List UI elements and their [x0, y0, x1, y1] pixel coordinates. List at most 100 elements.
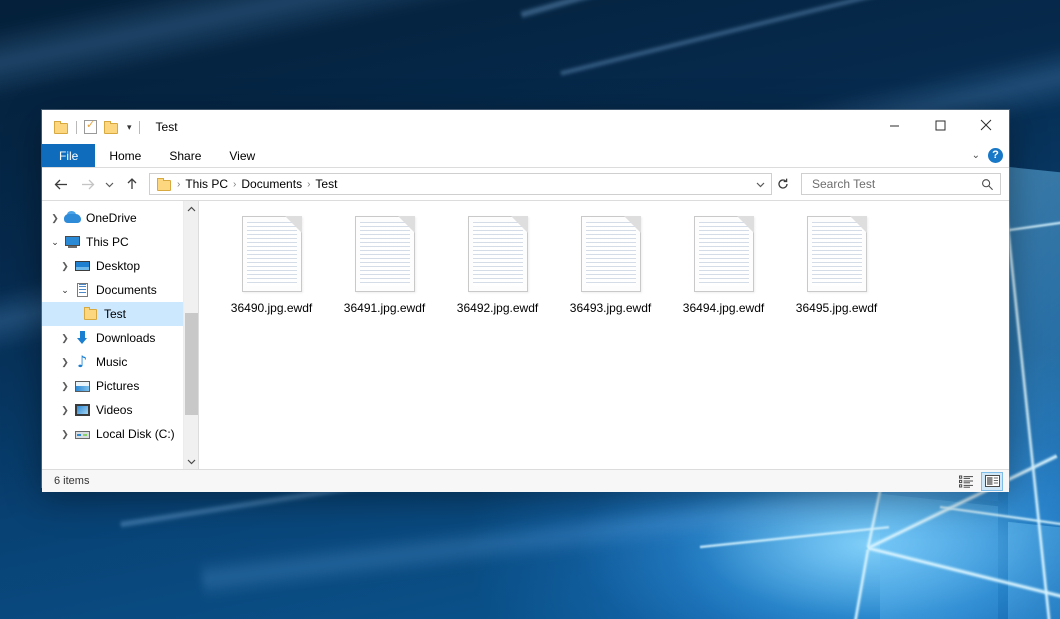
forward-button[interactable]: [74, 171, 100, 197]
tab-share[interactable]: Share: [155, 144, 215, 167]
close-button[interactable]: [963, 110, 1009, 140]
file-explorer-window[interactable]: ▾ Test File Home Share View: [42, 110, 1009, 487]
sidebar-item-music[interactable]: ❯ Music: [42, 350, 198, 374]
recent-locations-button[interactable]: [100, 171, 119, 197]
window-title: Test: [156, 120, 178, 134]
up-button[interactable]: [119, 171, 145, 197]
ribbon-tabs[interactable]: File Home Share View ⌄ ?: [42, 144, 1009, 168]
view-buttons[interactable]: [955, 472, 1003, 491]
toolbar-divider: [139, 121, 140, 134]
desktop-wallpaper: ▾ Test File Home Share View: [0, 0, 1060, 619]
list-item[interactable]: 36495.jpg.ewdf: [780, 213, 893, 315]
new-folder-icon[interactable]: [104, 121, 119, 134]
address-bar[interactable]: › This PC › Documents › Test: [42, 168, 1009, 200]
navigation-pane[interactable]: ❯ OneDrive ⌄ This PC ❯ Desktop ⌄: [42, 201, 199, 469]
chevron-down-icon[interactable]: ⌄: [56, 285, 74, 296]
sidebar-item-test[interactable]: Test: [42, 302, 198, 326]
sidebar-item-desktop[interactable]: ❯ Desktop: [42, 254, 198, 278]
chevron-right-icon[interactable]: ❯: [56, 261, 74, 272]
list-item[interactable]: 36490.jpg.ewdf: [215, 213, 328, 315]
breadcrumb-documents[interactable]: Documents: [237, 177, 306, 191]
sidebar-item-pictures[interactable]: ❯ Pictures: [42, 374, 198, 398]
chevron-right-icon[interactable]: ❯: [46, 213, 64, 224]
title-bar[interactable]: ▾ Test: [42, 110, 1009, 144]
disk-icon: [74, 426, 92, 442]
breadcrumb[interactable]: › This PC › Documents › Test: [149, 173, 772, 195]
file-name: 36490.jpg.ewdf: [231, 301, 312, 315]
document-icon: [242, 216, 302, 292]
scrollbar-thumb[interactable]: [185, 313, 198, 415]
sidebar-item-label: Desktop: [96, 259, 140, 273]
list-item[interactable]: 36494.jpg.ewdf: [667, 213, 780, 315]
document-icon: [355, 216, 415, 292]
scroll-up-icon[interactable]: [184, 201, 198, 217]
sidebar-item-local-disk[interactable]: ❯ Local Disk (C:): [42, 422, 198, 446]
quick-access-toolbar[interactable]: ▾ Test: [42, 110, 178, 144]
logo-pane: [1008, 522, 1060, 619]
toolbar-divider: [76, 121, 77, 134]
sidebar-item-label: Music: [96, 355, 127, 369]
sidebar-item-videos[interactable]: ❯ Videos: [42, 398, 198, 422]
explorer-body: ❯ OneDrive ⌄ This PC ❯ Desktop ⌄: [42, 200, 1009, 469]
item-count-label: 6 items: [54, 475, 89, 487]
sidebar-item-downloads[interactable]: ❯ Downloads: [42, 326, 198, 350]
large-icons-view-button[interactable]: [981, 472, 1003, 491]
downloads-icon: [74, 330, 92, 346]
search-box[interactable]: [801, 173, 1001, 195]
search-input[interactable]: [810, 176, 981, 192]
folder-icon: [82, 306, 100, 322]
folder-icon: [157, 178, 172, 191]
list-item[interactable]: 36492.jpg.ewdf: [441, 213, 554, 315]
navigation-scrollbar[interactable]: [183, 201, 198, 469]
chevron-right-icon[interactable]: ❯: [56, 357, 74, 368]
properties-icon[interactable]: [84, 120, 97, 134]
folder-icon[interactable]: [54, 121, 69, 134]
list-item[interactable]: 36493.jpg.ewdf: [554, 213, 667, 315]
chevron-right-icon[interactable]: ❯: [56, 381, 74, 392]
onedrive-icon: [64, 210, 82, 226]
document-icon: [468, 216, 528, 292]
pictures-icon: [74, 378, 92, 394]
back-button[interactable]: [48, 171, 74, 197]
document-icon: [694, 216, 754, 292]
chevron-down-icon[interactable]: ⌄: [972, 150, 980, 161]
scroll-down-icon[interactable]: [184, 453, 199, 469]
sidebar-item-this-pc[interactable]: ⌄ This PC: [42, 230, 198, 254]
this-pc-icon: [64, 234, 82, 250]
tab-home[interactable]: Home: [95, 144, 155, 167]
sidebar-item-label: Pictures: [96, 379, 139, 393]
document-icon: [581, 216, 641, 292]
address-tools[interactable]: [772, 173, 794, 195]
sidebar-item-label: Local Disk (C:): [96, 427, 175, 441]
ribbon-right-controls[interactable]: ⌄ ?: [972, 144, 1003, 167]
chevron-down-icon[interactable]: ▾: [127, 123, 132, 132]
sidebar-item-label: Downloads: [96, 331, 155, 345]
list-item[interactable]: 36491.jpg.ewdf: [328, 213, 441, 315]
sidebar-item-onedrive[interactable]: ❯ OneDrive: [42, 206, 198, 230]
chevron-right-icon[interactable]: ❯: [56, 333, 74, 344]
window-controls[interactable]: [871, 110, 1009, 140]
breadcrumb-test[interactable]: Test: [311, 177, 341, 191]
minimize-button[interactable]: [871, 110, 917, 140]
refresh-button[interactable]: [772, 173, 794, 195]
sidebar-item-label: OneDrive: [86, 211, 137, 225]
chevron-right-icon[interactable]: ❯: [56, 429, 74, 440]
music-icon: [74, 354, 92, 370]
file-name: 36493.jpg.ewdf: [570, 301, 651, 315]
sidebar-item-label: Test: [104, 307, 126, 321]
search-icon: [981, 178, 994, 191]
breadcrumb-this-pc[interactable]: This PC: [181, 177, 232, 191]
chevron-down-icon[interactable]: ⌄: [46, 237, 64, 248]
tab-view[interactable]: View: [215, 144, 269, 167]
sidebar-item-documents[interactable]: ⌄ Documents: [42, 278, 198, 302]
file-tiles: 36490.jpg.ewdf 36491.jpg.ewdf: [215, 213, 1009, 315]
details-view-button[interactable]: [955, 472, 977, 491]
file-list-view[interactable]: 36490.jpg.ewdf 36491.jpg.ewdf: [199, 201, 1009, 469]
help-icon[interactable]: ?: [988, 148, 1003, 163]
file-name: 36495.jpg.ewdf: [796, 301, 877, 315]
tab-file[interactable]: File: [42, 144, 95, 167]
maximize-button[interactable]: [917, 110, 963, 140]
sidebar-item-label: This PC: [86, 235, 129, 249]
address-dropdown-button[interactable]: [751, 174, 769, 194]
chevron-right-icon[interactable]: ❯: [56, 405, 74, 416]
